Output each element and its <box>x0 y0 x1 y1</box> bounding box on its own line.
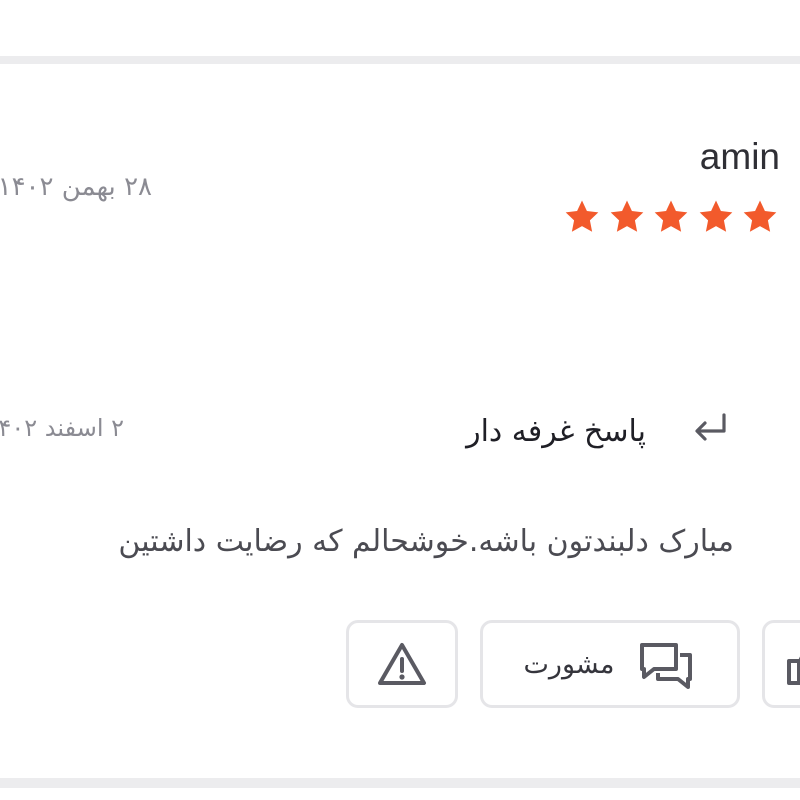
reply-date: ۲ اسفند ۱۴۰۲ <box>0 414 124 442</box>
report-button[interactable] <box>346 620 458 708</box>
seller-reply-label: پاسخ غرفه دار <box>466 414 646 449</box>
reply-arrow-icon <box>690 411 730 447</box>
star-icon <box>741 198 779 236</box>
thumbs-up-icon <box>783 639 800 689</box>
star-icon <box>697 198 735 236</box>
star-icon <box>652 198 690 236</box>
star-icon <box>608 198 646 236</box>
review-date: ۲۸ بهمن ۱۴۰۲ <box>0 172 152 202</box>
chat-bubbles-icon <box>636 637 696 691</box>
warning-triangle-icon <box>375 639 429 689</box>
star-icon <box>563 198 601 236</box>
consult-button-label: مشورت <box>523 648 615 680</box>
bottom-divider <box>0 778 800 788</box>
like-button[interactable] <box>762 620 800 708</box>
review-card-viewport: amin ۲۸ بهمن ۱۴۰۲ پاسخ غرفه دار ۲ اسفند … <box>0 0 800 800</box>
reviewer-name: amin <box>699 136 780 177</box>
rating-stars <box>563 198 779 236</box>
top-divider <box>0 56 800 64</box>
seller-reply-text: مبارک دلبندتون باشه.خوشحالم که رضایت داش… <box>118 524 734 559</box>
consult-button[interactable]: مشورت <box>480 620 740 708</box>
